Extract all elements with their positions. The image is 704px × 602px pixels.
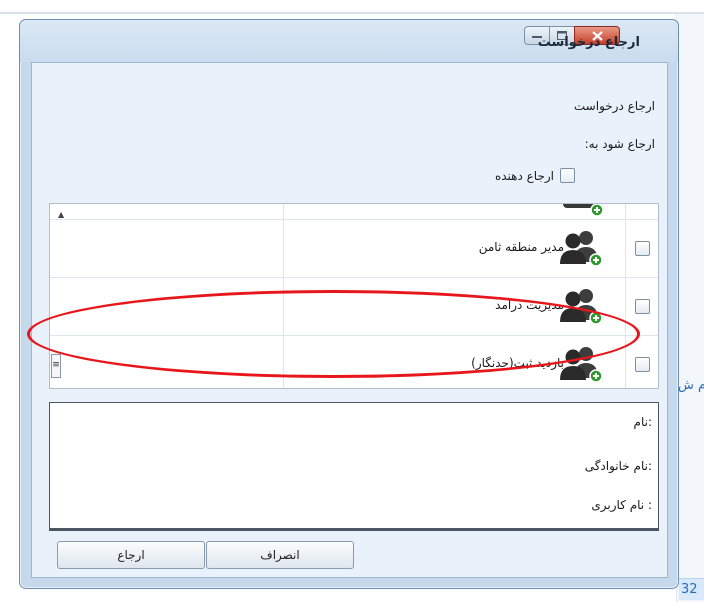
row-checkbox[interactable] — [635, 241, 650, 256]
refer-to-giver-checkbox[interactable] — [560, 168, 575, 183]
refer-to-giver-option[interactable]: ارجاع دهنده — [495, 168, 575, 183]
dialog-body: ارجاع درخواست ارجاع شود به: ارجاع دهنده — [31, 62, 668, 578]
table-row[interactable]: بازدید ثبت(حدنگار) — [50, 336, 658, 388]
dialog-titlebar[interactable]: ارجاع درخواست — [20, 20, 678, 62]
last-name-label: :نام خانوادگی — [584, 459, 652, 473]
row-name: مدیریت درآمد — [495, 298, 564, 312]
username-label: : نام کاربری — [591, 498, 652, 512]
refer-to-giver-label: ارجاع دهنده — [494, 168, 554, 183]
refer-to-label: ارجاع شود به: — [584, 137, 655, 151]
request-title-label: ارجاع درخواست — [573, 99, 655, 113]
users-add-icon — [560, 289, 603, 325]
table-row-partial — [50, 204, 658, 220]
row-name: بازدید ثبت(حدنگار) — [471, 356, 564, 370]
dialog-title: ارجاع درخواست — [537, 35, 640, 50]
table-row[interactable]: مدیر منطقه ثامن — [50, 220, 658, 278]
cancel-button[interactable]: انصراف — [206, 541, 354, 569]
users-add-icon — [560, 231, 603, 267]
background-label: ام ش — [678, 378, 704, 393]
background-number: 32 — [679, 578, 704, 600]
table-row[interactable]: مدیریت درآمد — [50, 278, 658, 336]
app-top-border — [0, 12, 704, 14]
row-name: مدیر منطقه ثامن — [478, 240, 564, 254]
return-button[interactable]: ارجاع — [57, 541, 205, 569]
recipients-grid[interactable]: مدیر منطقه ثامن مدیریت درآمد بازدید ثبت(… — [49, 203, 659, 389]
scrollbar-thumb[interactable]: ≡ — [51, 354, 61, 378]
row-checkbox[interactable] — [635, 299, 650, 314]
user-details-box: :نام :نام خانوادگی : نام کاربری — [49, 402, 659, 531]
first-name-label: :نام — [633, 415, 652, 429]
scroll-up-arrow-icon[interactable]: ▲ — [58, 210, 64, 219]
users-add-icon — [560, 347, 603, 383]
refer-request-dialog: ارجاع درخواست ارجاع درخواست ارجاع شود به… — [19, 19, 679, 589]
background-panel — [676, 14, 704, 602]
row-checkbox[interactable] — [635, 357, 650, 372]
